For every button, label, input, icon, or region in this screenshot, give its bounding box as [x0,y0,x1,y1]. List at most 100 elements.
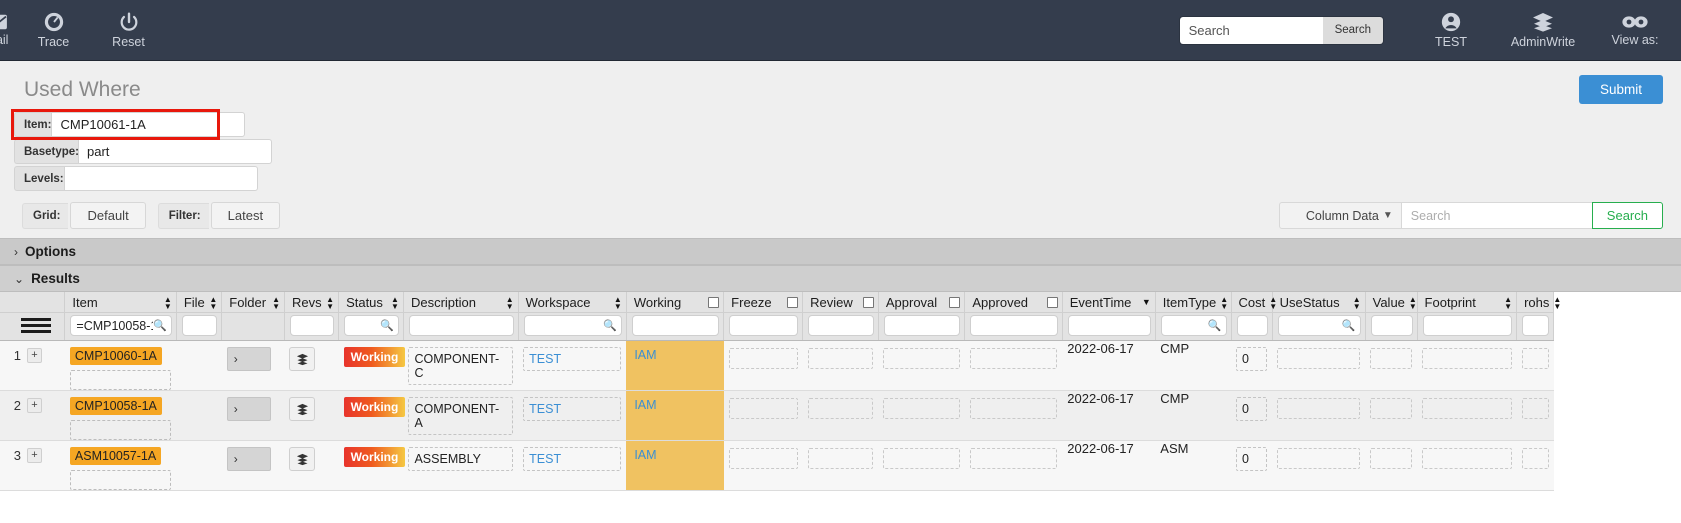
grid-default-button[interactable]: Default [70,202,146,229]
search-icon[interactable]: 🔍 [603,319,617,332]
levels-input[interactable] [63,166,258,191]
working-checkbox[interactable] [708,297,720,308]
approved-value[interactable] [969,448,1058,469]
header-working[interactable]: Working [626,292,725,313]
row-expand-button[interactable]: + [27,348,42,363]
cell-freeze[interactable] [723,440,803,491]
workspace-value[interactable]: TEST [523,447,622,471]
cell-working[interactable]: IAM [626,440,724,491]
nav-item-reset[interactable]: Reset [91,0,166,60]
sort-icon[interactable]: ▲ ▼ [1553,295,1561,310]
filter-rohs-cell[interactable] [1516,312,1554,341]
footprint-value[interactable] [1422,448,1512,469]
cell-footprint[interactable] [1417,440,1517,491]
filter-revs-cell[interactable] [284,312,340,341]
value-value[interactable] [1370,448,1413,469]
folder-open-button[interactable]: › [226,347,271,371]
cell-value[interactable] [1365,440,1418,491]
filter-review-cell[interactable] [802,312,879,341]
header-search-input[interactable] [1179,16,1323,44]
table-row[interactable]: 3 + ASM10057-1A › Working ASSEMBLY TEST … [0,440,1554,491]
freeze-value[interactable] [728,348,798,369]
cell-approval[interactable] [878,340,965,391]
footprint-value[interactable] [1422,348,1512,369]
filter-item-value[interactable]: =CMP10058-1A [76,319,153,333]
nav-item-trace[interactable]: Trace [16,0,91,60]
cell-rohs[interactable] [1516,440,1554,491]
cell-revs[interactable] [284,340,339,391]
review-checkbox[interactable] [862,297,874,308]
item-subfield[interactable] [69,420,172,440]
item-subfield[interactable] [69,370,172,390]
cell-cost[interactable]: 0 [1231,390,1273,441]
cell-value[interactable] [1365,340,1418,391]
freeze-value[interactable] [728,398,798,419]
cell-value[interactable] [1365,390,1418,441]
cell-rohs[interactable] [1516,390,1554,441]
filter-eventtime-cell[interactable] [1062,312,1156,341]
approval-value[interactable] [883,348,960,369]
header-approval[interactable]: Approval [878,292,966,313]
filter-usestatus-cell[interactable]: 🔍 [1272,312,1366,341]
nav-item-mail[interactable]: Mail [0,0,16,60]
filter-workspace-cell[interactable]: 🔍 [518,312,627,341]
header-review[interactable]: Review [802,292,879,313]
sort-icon[interactable]: ▲ ▼ [1353,295,1361,310]
cell-review[interactable] [802,440,879,491]
search-icon[interactable]: 🔍 [1342,319,1356,332]
header-description[interactable]: Description ▲ ▼ [403,292,519,313]
folder-open-button[interactable]: › [226,447,271,471]
section-results[interactable]: ⌄ Results [0,265,1681,292]
working-value[interactable]: IAM [626,341,723,362]
review-value[interactable] [807,398,874,419]
stack-icon[interactable] [289,447,316,471]
filter-approved-cell[interactable] [964,312,1063,341]
cell-usestatus[interactable] [1272,440,1366,491]
cost-value[interactable]: 0 [1236,397,1268,421]
folder-open-button[interactable]: › [226,397,271,421]
sort-icon[interactable]: ▲ ▼ [391,295,399,310]
cell-cost[interactable]: 0 [1231,340,1273,391]
filter-description-cell[interactable] [403,312,519,341]
column-data-select[interactable]: Column Data ▼ [1278,202,1402,229]
search-icon[interactable]: 🔍 [1208,319,1222,332]
filter-freeze-cell[interactable] [723,312,804,341]
filter-item-cell[interactable]: =CMP10058-1A🔍 [64,312,177,341]
sort-icon[interactable]: ▲ ▼ [164,295,172,310]
nav-item-view-as[interactable]: View as: [1589,0,1681,60]
cell-review[interactable] [802,340,879,391]
cell-description[interactable]: COMPONENT-C [403,340,519,391]
description-value[interactable]: ASSEMBLY [408,447,514,471]
header-cost[interactable]: Cost ▲ ▼ [1231,292,1277,313]
approval-value[interactable] [883,398,960,419]
header-freeze[interactable]: Freeze [723,292,804,313]
cell-workspace[interactable]: TEST [518,340,627,391]
header-folder[interactable]: Folder ▲ ▼ [221,292,285,313]
cell-review[interactable] [802,390,879,441]
stack-icon[interactable] [289,397,316,421]
filter-approval-cell[interactable] [878,312,966,341]
cell-rohs[interactable] [1516,340,1554,391]
header-rohs[interactable]: rohs ▲ ▼ [1516,292,1561,313]
filter-file-cell[interactable] [176,312,223,341]
cell-approved[interactable] [964,340,1063,391]
cell-description[interactable]: COMPONENT-A [403,390,519,441]
header-footprint[interactable]: Footprint ▲ ▼ [1417,292,1518,313]
sort-desc-icon[interactable]: ▼ [1142,298,1151,307]
cell-workspace[interactable]: TEST [518,440,627,491]
cost-value[interactable]: 0 [1236,347,1268,371]
cell-usestatus[interactable] [1272,390,1366,441]
sort-icon[interactable]: ▲ ▼ [614,295,622,310]
filter-footprint-cell[interactable] [1417,312,1518,341]
cell-item[interactable]: CMP10058-1A [64,390,177,441]
workspace-value[interactable]: TEST [523,397,622,421]
header-itemtype[interactable]: ItemType ▲ ▼ [1155,292,1232,313]
cell-folder[interactable]: › [221,440,285,491]
submit-button[interactable]: Submit [1578,75,1663,104]
freeze-checkbox[interactable] [787,297,799,308]
item-chip[interactable]: ASM10057-1A [69,447,162,465]
working-value[interactable]: IAM [626,391,723,412]
review-value[interactable] [807,348,874,369]
description-value[interactable]: COMPONENT-C [408,347,514,385]
approval-value[interactable] [883,448,960,469]
